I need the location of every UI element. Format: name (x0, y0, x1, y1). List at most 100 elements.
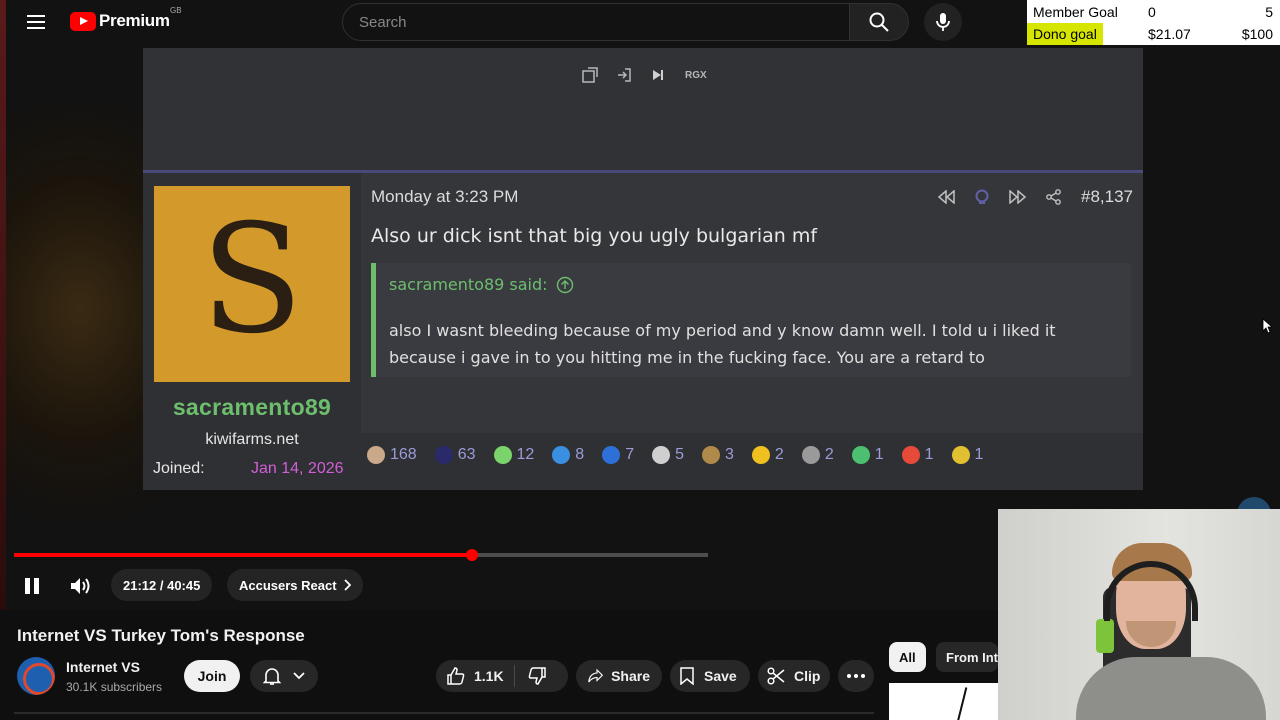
reaction-item[interactable]: 2 (801, 441, 834, 469)
reaction-item[interactable]: 1 (901, 441, 934, 469)
share-button[interactable]: Share (576, 660, 662, 692)
chapter-button[interactable]: Accusers React (227, 569, 363, 601)
reaction-bar: 168 63 12 8 7 5 3 2 2 1 1 1 (367, 441, 1001, 469)
join-button[interactable]: Join (184, 660, 240, 692)
enter-icon[interactable] (615, 66, 633, 84)
post-user-site: kiwifarms.net (205, 431, 299, 448)
save-label: Save (704, 668, 737, 684)
forum-toolbar: RGX (581, 66, 707, 84)
quote-header[interactable]: sacramento89 said: (389, 275, 574, 294)
player-controls: 21:12 / 40:45 Accusers React (0, 566, 1000, 606)
reaction-count: 12 (516, 446, 535, 463)
seek-bar[interactable] (14, 549, 708, 561)
reaction-item[interactable]: 7 (602, 441, 634, 469)
volume-icon (71, 578, 90, 594)
reaction-item[interactable]: 3 (702, 441, 734, 469)
post-actions: #8,137 (937, 187, 1133, 207)
skip-icon[interactable] (649, 66, 667, 84)
channel-avatar[interactable] (17, 657, 55, 695)
divider (14, 712, 874, 714)
seek-bar-handle[interactable] (466, 549, 478, 561)
microphone-icon (936, 13, 950, 31)
member-goal-row: Member Goal 0 5 (1027, 1, 1280, 23)
reaction-count: 2 (824, 446, 834, 463)
popout-icon[interactable] (581, 66, 599, 84)
dono-goal-label: Dono goal (1027, 23, 1103, 45)
save-button[interactable]: Save (670, 660, 750, 692)
user-avatar[interactable]: S (154, 186, 350, 382)
reaction-emoji-icon (801, 446, 820, 464)
reaction-item[interactable]: 63 (434, 441, 476, 469)
youtube-play-icon (70, 11, 96, 31)
avatar-letter: S (200, 193, 304, 367)
dono-goal-row: Dono goal $21.07 $100 (1027, 23, 1280, 45)
like-button[interactable]: 1.1K (436, 660, 514, 692)
hamburger-icon (27, 15, 45, 29)
share-icon[interactable] (1045, 188, 1063, 206)
reaction-item[interactable]: 12 (493, 441, 535, 469)
recommended-thumbnail[interactable] (889, 683, 999, 720)
like-dislike-group: 1.1K (436, 660, 568, 692)
time-text: 21:12 / 40:45 (123, 577, 201, 593)
search-button[interactable] (849, 3, 909, 41)
search-icon (869, 12, 889, 32)
post-username[interactable]: sacramento89 (143, 394, 361, 421)
reaction-count: 5 (675, 446, 685, 463)
reaction-item[interactable]: 2 (751, 441, 784, 469)
logo-text: Premium (99, 11, 170, 30)
share-label: Share (611, 668, 650, 684)
reaction-item[interactable]: 1 (951, 441, 983, 469)
reaction-emoji-icon (901, 446, 920, 464)
joined-label: Joined: (153, 460, 205, 477)
post-number[interactable]: #8,137 (1081, 187, 1133, 207)
pause-button[interactable] (18, 572, 46, 600)
post-timestamp[interactable]: Monday at 3:23 PM (371, 187, 518, 207)
member-goal-target: 5 (1265, 4, 1273, 20)
joined-date: Jan 14, 2026 (251, 460, 344, 477)
rewind-icon[interactable] (937, 188, 955, 206)
reaction-emoji-icon (367, 446, 385, 464)
reaction-item[interactable]: 168 (367, 441, 417, 469)
like-count: 1.1K (474, 668, 504, 684)
voice-search-button[interactable] (924, 3, 962, 41)
webcam-person-body (1076, 657, 1266, 720)
channel-name[interactable]: Internet VS (66, 659, 140, 675)
reaction-count: 8 (575, 446, 585, 463)
dono-goal-current: $21.07 (1148, 26, 1191, 42)
member-goal-current: 0 (1148, 4, 1156, 20)
forward-icon[interactable] (1009, 188, 1027, 206)
quote-text: also I wasnt bleeding because of my peri… (389, 321, 1056, 367)
dislike-button[interactable] (515, 660, 559, 692)
mouse-cursor-icon (1262, 318, 1272, 334)
reaction-emoji-icon (552, 446, 571, 464)
webcam-overlay (998, 509, 1280, 720)
webcam-chair-accent (1096, 619, 1114, 653)
bell-icon (263, 668, 281, 685)
subscriber-count: 30.1K subscribers (66, 680, 163, 694)
rgx-label[interactable]: RGX (685, 66, 707, 84)
clip-button[interactable]: Clip (758, 660, 830, 692)
reaction-item[interactable]: 8 (552, 441, 584, 469)
volume-button[interactable] (66, 572, 96, 600)
search-input[interactable]: Search (342, 3, 850, 41)
post-message: Also ur dick isnt that big you ugly bulg… (371, 225, 818, 247)
chip-all[interactable]: All (889, 642, 926, 672)
member-goal-label: Member Goal (1033, 4, 1118, 20)
reaction-emoji-icon (751, 446, 770, 464)
bookmark-icon[interactable] (973, 188, 991, 206)
reaction-count: 7 (625, 446, 635, 463)
reaction-emoji-icon (702, 446, 721, 464)
seek-bar-progress (14, 553, 472, 557)
menu-button[interactable] (20, 8, 52, 36)
chip-from-channel[interactable]: From Inte (936, 642, 998, 672)
reaction-item[interactable]: 1 (851, 441, 884, 469)
reaction-item[interactable]: 5 (652, 441, 684, 469)
forum-post: S sacramento89 kiwifarms.net Joined: Jan… (143, 170, 1143, 490)
chevron-right-icon (343, 579, 351, 591)
clip-label: Clip (794, 668, 821, 684)
chip-label: All (899, 649, 916, 665)
time-display: 21:12 / 40:45 (111, 569, 213, 601)
notification-button[interactable] (250, 660, 318, 692)
more-actions-button[interactable] (838, 660, 874, 692)
youtube-premium-logo[interactable]: Premium GB (70, 6, 182, 31)
